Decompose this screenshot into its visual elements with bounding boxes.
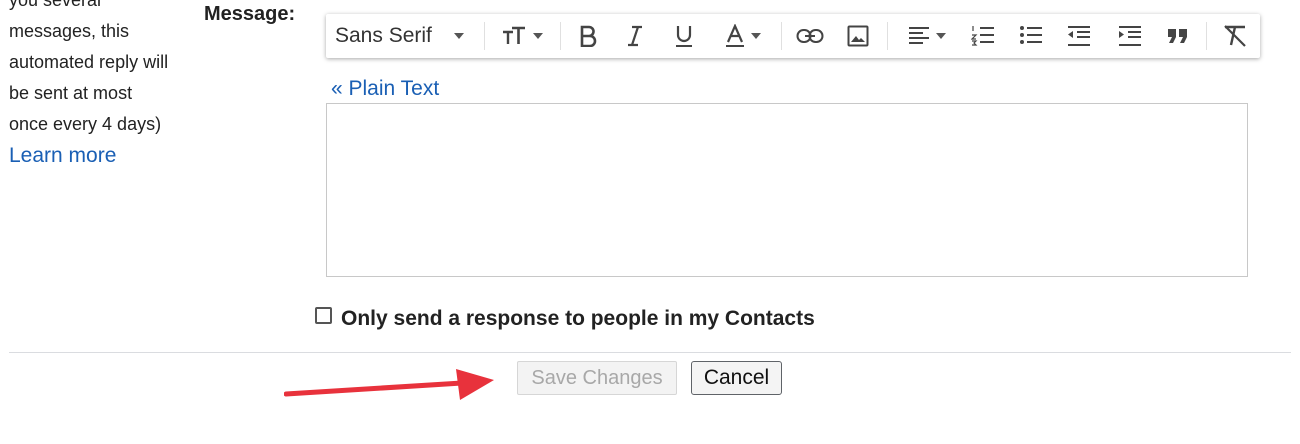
- chevron-down-icon: [751, 33, 761, 39]
- help-line: be sent at most: [9, 83, 133, 103]
- bulleted-list-icon: [1020, 26, 1042, 44]
- help-line: you several: [9, 0, 102, 10]
- indent-more-icon: [1119, 26, 1141, 46]
- remove-formatting-icon: [1224, 25, 1246, 47]
- help-line: automated reply will: [9, 52, 169, 72]
- quote-icon: [1168, 29, 1187, 43]
- insert-image-button[interactable]: [842, 14, 874, 58]
- indent-more-button[interactable]: [1115, 14, 1145, 58]
- bold-icon: [580, 25, 597, 47]
- help-line: messages, this: [9, 21, 130, 41]
- italic-button[interactable]: [620, 14, 650, 58]
- numbered-list-button[interactable]: [968, 14, 998, 58]
- toolbar-divider: [560, 22, 561, 50]
- chevron-down-icon: [936, 33, 946, 39]
- toolbar-divider: [1206, 22, 1207, 50]
- toolbar-divider: [781, 22, 782, 50]
- font-size-icon: [502, 26, 525, 44]
- vacation-help-text: you several messages, this automated rep…: [9, 0, 199, 171]
- text-color-button[interactable]: [718, 14, 768, 58]
- insert-link-button[interactable]: [792, 14, 828, 58]
- text-color-icon: [726, 24, 744, 47]
- italic-icon: [628, 25, 642, 47]
- indent-less-button[interactable]: [1064, 14, 1094, 58]
- learn-more-link[interactable]: Learn more: [9, 140, 199, 171]
- cancel-button[interactable]: Cancel: [691, 361, 782, 395]
- message-editor[interactable]: [326, 103, 1248, 277]
- section-divider: [9, 352, 1291, 353]
- quote-button[interactable]: [1163, 14, 1193, 58]
- contacts-only-checkbox[interactable]: [315, 307, 332, 324]
- plain-text-link[interactable]: « Plain Text: [331, 77, 439, 101]
- font-family-select[interactable]: Sans Serif: [335, 14, 475, 58]
- font-size-button[interactable]: [494, 14, 550, 58]
- image-icon: [847, 25, 869, 47]
- chevron-down-icon: [453, 33, 464, 39]
- message-label: Message:: [204, 3, 296, 25]
- align-button[interactable]: [900, 14, 954, 58]
- bold-button[interactable]: [573, 14, 603, 58]
- numbered-list-icon: [971, 26, 994, 46]
- chevron-down-icon: [532, 33, 543, 39]
- contacts-only-label: Only send a response to people in my Con…: [341, 307, 815, 330]
- bulleted-list-button[interactable]: [1016, 14, 1046, 58]
- remove-formatting-button[interactable]: [1219, 14, 1251, 58]
- font-family-value: Sans Serif: [335, 24, 432, 47]
- help-line: once every 4 days): [9, 114, 162, 134]
- toolbar-divider: [887, 22, 888, 50]
- underline-button[interactable]: [669, 14, 699, 58]
- formatting-toolbar: Sans Serif: [326, 14, 1260, 58]
- link-icon: [796, 29, 824, 43]
- toolbar-divider: [484, 22, 485, 50]
- underline-icon: [676, 26, 692, 47]
- indent-less-icon: [1068, 26, 1090, 46]
- align-icon: [909, 27, 929, 44]
- save-changes-button[interactable]: Save Changes: [517, 361, 677, 395]
- red-arrow-annotation: [284, 369, 494, 400]
